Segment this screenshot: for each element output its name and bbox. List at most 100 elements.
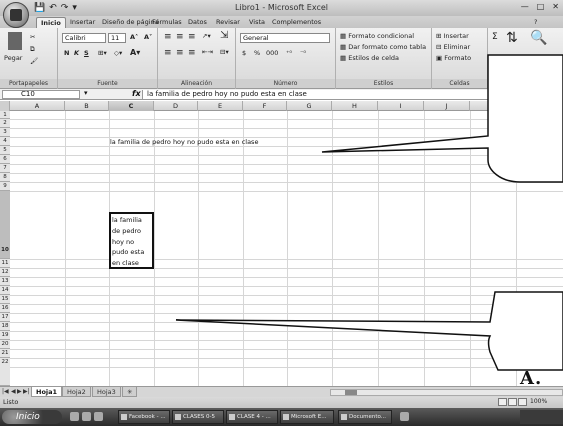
taskbar-group-icon[interactable] [400,412,409,421]
tab-insertar[interactable]: Insertar [66,17,99,27]
tab-revisar[interactable]: Revisar [212,17,244,27]
row-header-5[interactable]: 5 [0,146,10,155]
row-header-3[interactable]: 3 [0,128,10,137]
name-box[interactable]: C10 [2,90,80,99]
insert-cells-button[interactable]: ⊞ Insertar [436,32,469,40]
zoom-level[interactable]: 100% [530,398,547,405]
fill-color-icon[interactable]: ◇▾ [114,49,122,57]
row-header-18[interactable]: 18 [0,322,10,331]
sheet-tab-hoja3[interactable]: Hoja3 [92,387,121,397]
undo-icon[interactable]: ↶ [49,3,57,13]
conditional-format-button[interactable]: ▦ Formato condicional [340,32,414,40]
row-header-14[interactable]: 14 [0,286,10,295]
select-all-corner[interactable] [0,101,10,111]
column-header-c[interactable]: C [109,101,154,111]
row-header-17[interactable]: 17 [0,313,10,322]
column-header-e[interactable]: E [198,101,243,111]
row-header-16[interactable]: 16 [0,304,10,313]
quick-launch-icon[interactable] [94,412,103,421]
column-header-j[interactable]: J [424,101,470,111]
next-sheet-icon[interactable]: ▶ [17,388,22,395]
font-size-select[interactable]: 11 [108,33,126,43]
redo-icon[interactable]: ↷ [61,3,69,13]
autosum-button[interactable]: Σ [492,32,498,42]
align-center-icon[interactable]: ≡ [176,48,184,58]
underline-button[interactable]: S [84,49,89,57]
tab-formulas[interactable]: Fórmulas [148,17,186,27]
sheet-tab-hoja2[interactable]: Hoja2 [62,387,91,397]
currency-button[interactable]: $ [242,49,246,57]
minimize-icon[interactable]: — [521,2,529,11]
quick-launch-icon[interactable] [70,412,79,421]
font-name-select[interactable]: Calibri [62,33,106,43]
new-sheet-icon[interactable]: ✳ [122,387,138,397]
tab-inicio[interactable]: Inicio [36,17,66,28]
page-break-view-icon[interactable] [518,398,527,406]
column-header-a[interactable]: A [10,101,65,111]
row-header-7[interactable]: 7 [0,164,10,173]
row-header-22[interactable]: 22 [0,358,10,386]
paste-icon[interactable] [8,32,22,50]
column-header-f[interactable]: F [243,101,287,111]
thousands-button[interactable]: 000 [266,49,278,57]
decrease-decimal-icon[interactable]: ⁻⁰ [300,49,306,57]
italic-button[interactable]: K [74,49,79,57]
name-box-dropdown-icon[interactable]: ▾ [84,89,88,97]
font-color-icon[interactable]: A▾ [130,48,140,57]
tab-datos[interactable]: Datos [184,17,211,27]
row-header-13[interactable]: 13 [0,277,10,286]
taskbar-item-documento[interactable]: Documento... [338,410,392,424]
sheet-tab-hoja1[interactable]: Hoja1 [31,387,63,397]
save-icon[interactable]: 💾 [34,3,45,13]
format-as-table-button[interactable]: ▦ Dar formato como tabla [340,43,426,51]
row-header-10[interactable]: 10 [0,191,10,259]
align-bottom-icon[interactable]: ≡ [188,32,196,42]
taskbar-item-excel[interactable]: Microsoft E... [280,410,334,424]
merge-cells-icon[interactable]: ⊟▾ [220,48,229,56]
sort-filter-icon[interactable]: ⇅ [506,30,518,46]
column-header-i[interactable]: I [378,101,424,111]
page-layout-view-icon[interactable] [508,398,517,406]
column-header-h[interactable]: H [332,101,378,111]
delete-cells-button[interactable]: ⊟ Eliminar [436,43,470,51]
align-right-icon[interactable]: ≡ [188,48,196,58]
help-icon[interactable]: ? [530,17,541,27]
cell-c3[interactable]: la familia de pedro hoy no pudo esta en … [110,138,258,146]
shrink-font-icon[interactable]: A˅ [144,33,152,41]
tab-complementos[interactable]: Complementos [268,17,325,27]
borders-icon[interactable]: ⊞▾ [98,49,107,57]
start-button[interactable]: Inicio [2,410,62,424]
row-header-12[interactable]: 12 [0,268,10,277]
prev-sheet-icon[interactable]: ◀ [11,388,16,395]
office-button[interactable] [3,2,29,28]
row-header-1[interactable]: 1 [0,111,10,119]
row-header-2[interactable]: 2 [0,119,10,128]
cell-c10-selected[interactable]: la familia de pedro hoy no pudo esta en … [109,212,154,269]
row-header-11[interactable]: 11 [0,259,10,268]
align-middle-icon[interactable]: ≡ [176,32,184,42]
format-painter-icon[interactable]: 🖌 [30,57,38,65]
cell-styles-button[interactable]: ▦ Estilos de celda [340,54,399,62]
row-header-19[interactable]: 19 [0,331,10,340]
last-sheet-icon[interactable]: ▶| [23,388,30,395]
row-header-9[interactable]: 9 [0,182,10,191]
row-header-4[interactable]: 4 [0,137,10,146]
row-header-6[interactable]: 6 [0,155,10,164]
normal-view-icon[interactable] [498,398,507,406]
maximize-icon[interactable]: □ [537,2,545,11]
column-header-g[interactable]: G [287,101,332,111]
wrap-text-icon[interactable]: ⇲ [220,30,228,41]
paste-button[interactable]: Pegar [4,54,22,62]
number-format-select[interactable]: General [240,33,330,43]
first-sheet-icon[interactable]: |◀ [2,388,9,395]
indent-icon[interactable]: ⇤⇥ [202,48,213,56]
taskbar-item-facebook[interactable]: Facebook - ... [118,410,170,424]
align-top-icon[interactable]: ≡ [164,32,172,42]
tab-vista[interactable]: Vista [245,17,269,27]
customize-qat-icon[interactable]: ▾ [72,3,77,13]
orientation-icon[interactable]: ↗▾ [202,32,211,40]
row-header-21[interactable]: 21 [0,349,10,358]
taskbar-item-clase4[interactable]: CLASE 4 - ... [226,410,278,424]
column-header-d[interactable]: D [154,101,198,111]
increase-decimal-icon[interactable]: ⁺⁰ [286,49,292,57]
